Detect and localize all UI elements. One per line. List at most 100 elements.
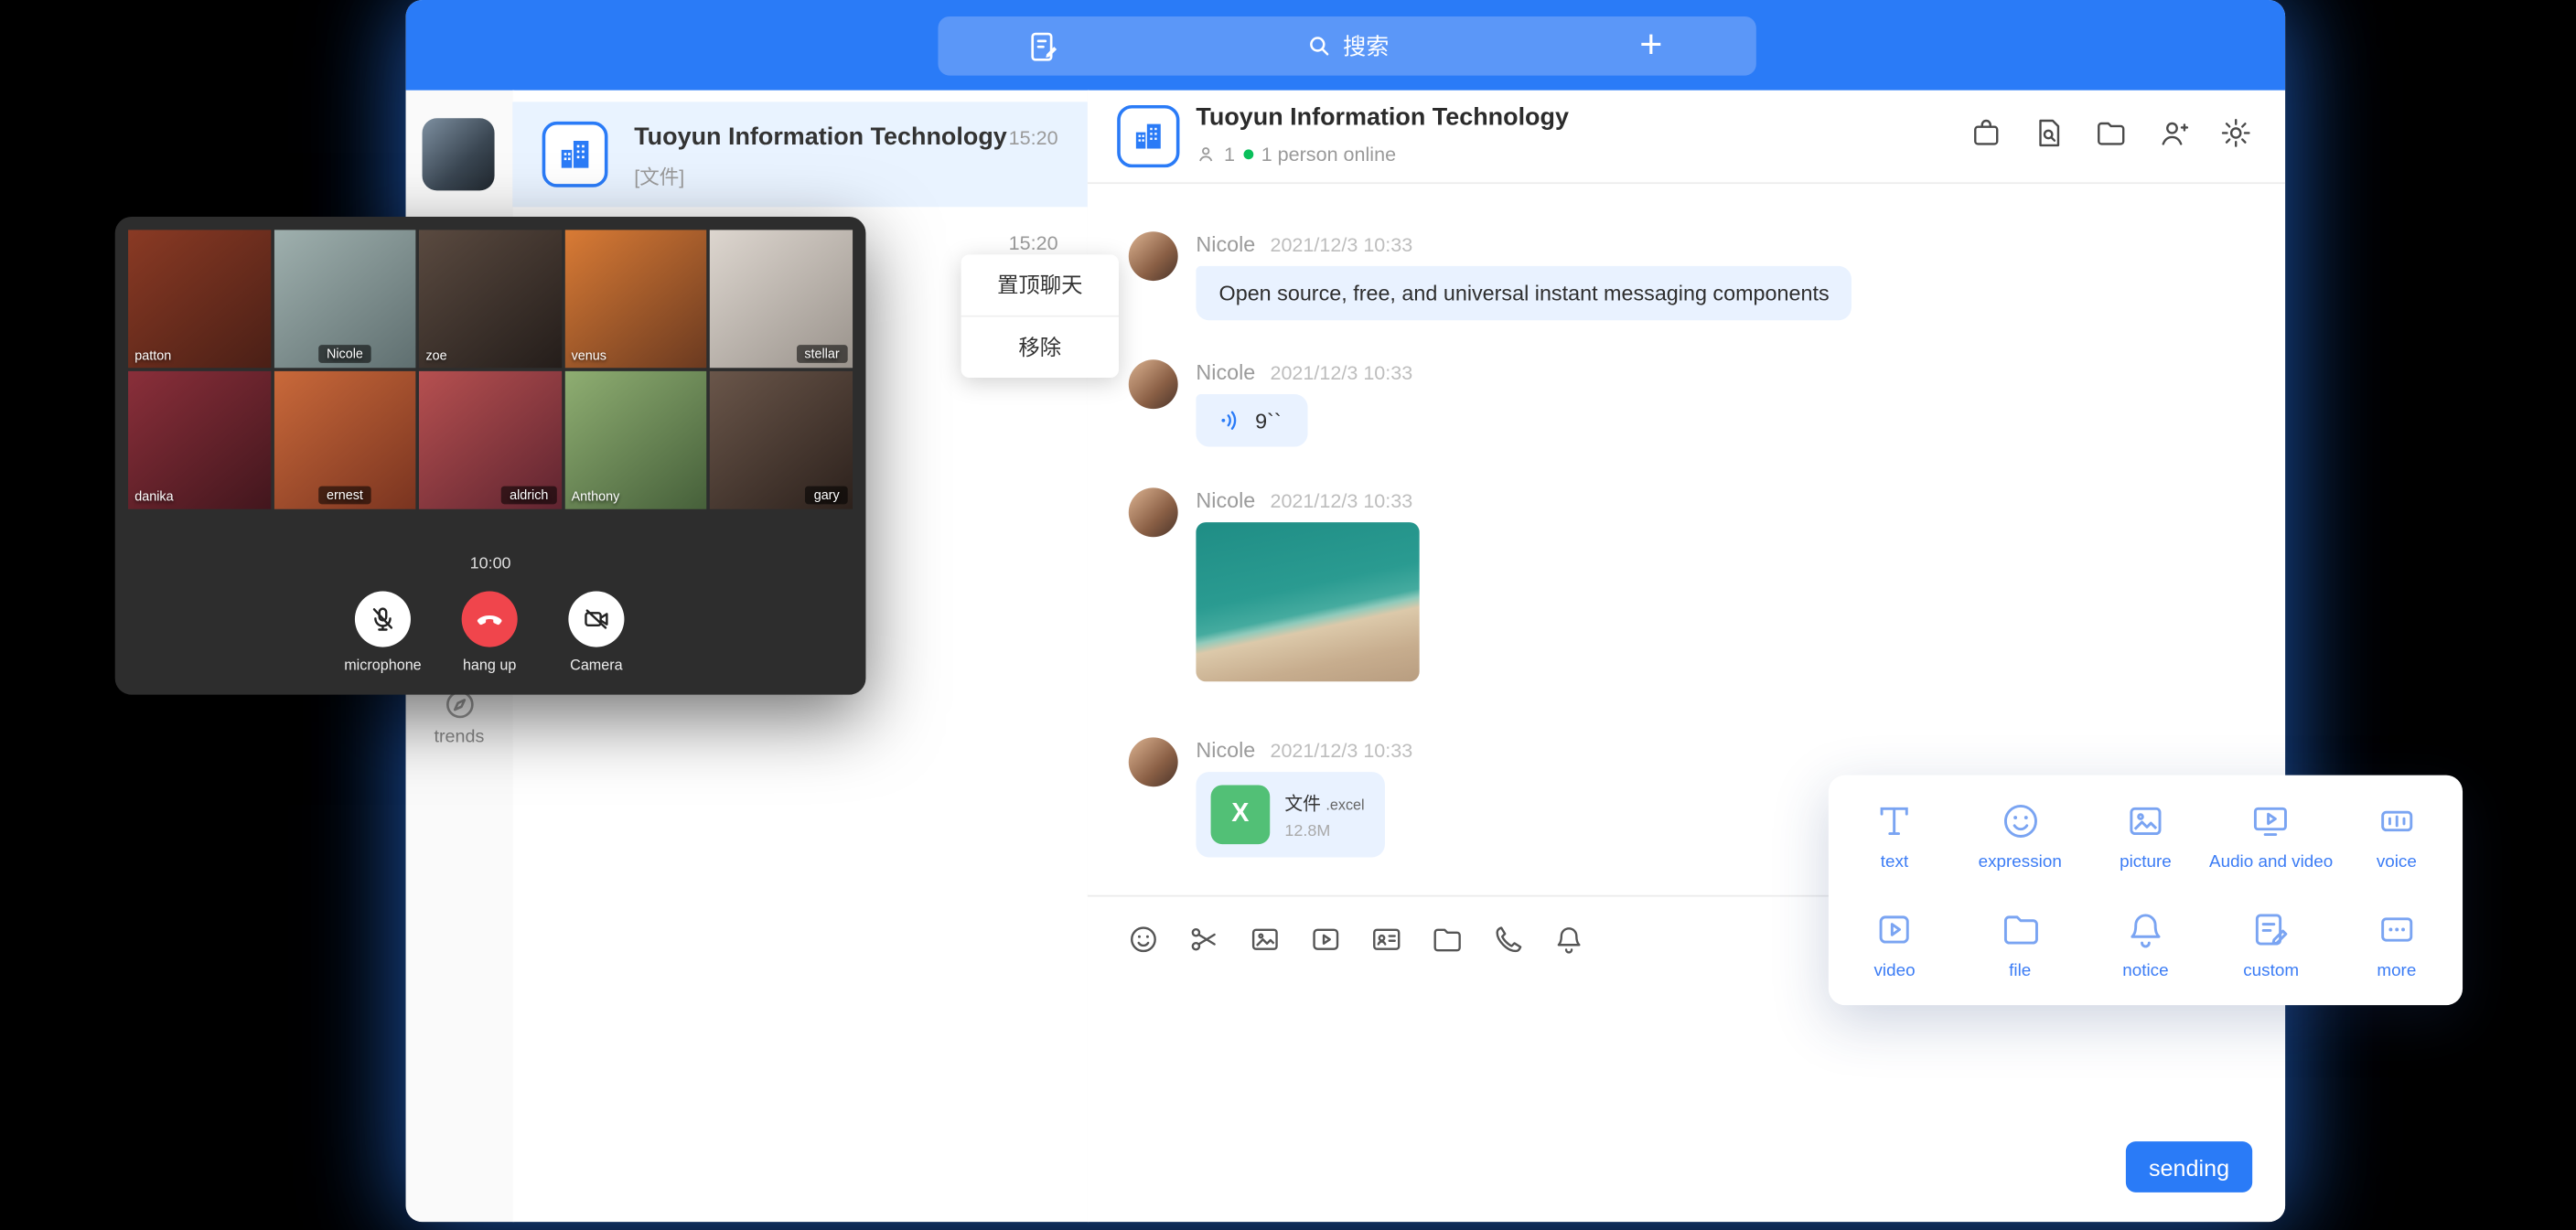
voice-duration: 9`` <box>1255 408 1282 433</box>
announcement-icon[interactable] <box>1970 117 2002 150</box>
compose-icon <box>1026 28 1061 63</box>
popup-item-expression[interactable]: expression <box>1958 782 2083 891</box>
search-placeholder: 搜索 <box>1343 29 1389 62</box>
participant-video: stellar <box>711 230 853 368</box>
excel-file-icon: X <box>1211 785 1271 844</box>
file-message-bubble[interactable]: X 文件 .excel 12.8M <box>1196 772 1384 857</box>
hang-up-button[interactable]: hang up <box>440 592 539 674</box>
message-bubble: Open source, free, and universal instant… <box>1196 266 1852 320</box>
contact-card-icon[interactable] <box>1370 923 1403 956</box>
message-time: 2021/12/3 10:33 <box>1270 739 1412 762</box>
sender-avatar[interactable] <box>1129 487 1178 537</box>
message-image: Nicole 2021/12/3 10:33 <box>1129 487 1420 681</box>
image-message-thumbnail[interactable] <box>1196 522 1419 681</box>
file-folder-icon <box>1999 908 2042 951</box>
user-avatar[interactable] <box>423 118 495 190</box>
participant-name: venus <box>572 348 606 363</box>
popup-item-video[interactable]: video <box>1831 890 1957 999</box>
send-button[interactable]: sending <box>2126 1141 2252 1193</box>
input-toolbar <box>1127 923 1585 956</box>
conversation-item[interactable]: Tuoyun Information Technology [文件] 15:20 <box>512 102 1088 207</box>
notification-bell-icon[interactable] <box>1552 923 1585 956</box>
files-icon[interactable] <box>2095 117 2128 150</box>
mic-off-icon <box>355 592 411 647</box>
camera-label: Camera <box>547 657 646 673</box>
participant-name: ernest <box>318 487 371 505</box>
member-count: 1 <box>1224 143 1235 166</box>
audio-video-icon <box>2249 800 2292 843</box>
menu-item-remove[interactable]: 移除 <box>961 317 1119 378</box>
voice-message-bubble[interactable]: 9`` <box>1196 394 1307 446</box>
popup-label: file <box>2009 961 2031 981</box>
search-input[interactable]: 搜索 <box>1148 29 1546 62</box>
conversation-time: 15:20 <box>1009 231 1058 254</box>
participant-name: gary <box>806 487 848 505</box>
add-button[interactable]: + <box>1546 27 1756 66</box>
video-icon[interactable] <box>1309 923 1342 956</box>
message-time: 2021/12/3 10:33 <box>1270 361 1412 384</box>
voice-wave-icon <box>1218 407 1244 433</box>
more-dots-icon <box>2376 908 2419 951</box>
online-status: 1 person online <box>1261 143 1396 166</box>
screenshot-scissors-icon[interactable] <box>1187 923 1220 956</box>
file-ext: .excel <box>1326 796 1364 812</box>
popup-item-notice[interactable]: notice <box>2083 890 2208 999</box>
text-icon <box>1873 800 1916 843</box>
conversation-preview: [文件] <box>634 163 684 191</box>
compose-button[interactable] <box>938 28 1148 63</box>
popup-label: voice <box>2377 852 2417 872</box>
popup-item-picture[interactable]: picture <box>2083 782 2208 891</box>
sender-name: Nicole <box>1196 359 1255 384</box>
call-phone-icon[interactable] <box>1492 923 1525 956</box>
participant-video: zoe <box>419 230 562 368</box>
mic-label: microphone <box>334 657 433 673</box>
popup-label: video <box>1873 961 1915 981</box>
popup-item-custom[interactable]: custom <box>2208 890 2334 999</box>
microphone-toggle[interactable]: microphone <box>334 592 433 674</box>
participant-name: zoe <box>425 348 446 363</box>
top-toolbar: 搜索 + <box>938 16 1755 76</box>
file-name: 文件 <box>1284 794 1321 814</box>
participant-name: stellar <box>796 345 847 363</box>
camera-toggle[interactable]: Camera <box>547 592 646 674</box>
hang-up-icon <box>462 592 518 647</box>
call-timer: 10:00 <box>115 555 866 573</box>
participant-video: Anthony <box>564 371 707 509</box>
sender-avatar[interactable] <box>1129 359 1178 409</box>
settings-gear-icon[interactable] <box>2219 117 2252 150</box>
members-manage-icon[interactable] <box>2157 117 2190 150</box>
participant-video: ernest <box>274 371 416 509</box>
voice-icon <box>2376 800 2419 843</box>
conversation-title: Tuoyun Information Technology <box>634 123 1007 152</box>
online-dot <box>1243 149 1253 159</box>
sender-avatar[interactable] <box>1129 231 1178 281</box>
chat-header: Tuoyun Information Technology 1 1 person… <box>1088 91 2285 184</box>
popup-label: Audio and video <box>2209 852 2333 872</box>
chat-title: Tuoyun Information Technology <box>1196 103 1569 132</box>
sender-avatar[interactable] <box>1129 737 1178 786</box>
menu-item-pin-chat[interactable]: 置顶聊天 <box>961 254 1119 315</box>
search-icon <box>1305 33 1332 59</box>
participant-name: Anthony <box>572 489 620 504</box>
plus-icon: + <box>1639 27 1662 66</box>
message-time: 2021/12/3 10:33 <box>1270 233 1412 256</box>
popup-label: expression <box>1979 852 2062 872</box>
popup-item-file[interactable]: file <box>1958 890 2083 999</box>
rail-item-trends[interactable]: trends <box>406 687 513 747</box>
message-type-popup: text expression picture <box>1829 775 2463 1005</box>
screen: 搜索 + trends <box>0 0 2576 1230</box>
participant-video: gary <box>711 371 853 509</box>
popup-item-audio-video[interactable]: Audio and video <box>2208 782 2334 891</box>
file-size: 12.8M <box>1284 822 1364 840</box>
search-history-icon[interactable] <box>2033 117 2066 150</box>
popup-item-voice[interactable]: voice <box>2334 782 2459 891</box>
emoji-icon[interactable] <box>1127 923 1160 956</box>
popup-item-more[interactable]: more <box>2334 890 2459 999</box>
expression-icon <box>1999 800 2042 843</box>
message-voice: Nicole 2021/12/3 10:33 9`` <box>1129 359 1412 446</box>
folder-icon[interactable] <box>1431 923 1464 956</box>
group-icon <box>1117 105 1179 167</box>
sender-name: Nicole <box>1196 487 1255 512</box>
image-icon[interactable] <box>1249 923 1282 956</box>
popup-item-text[interactable]: text <box>1831 782 1957 891</box>
